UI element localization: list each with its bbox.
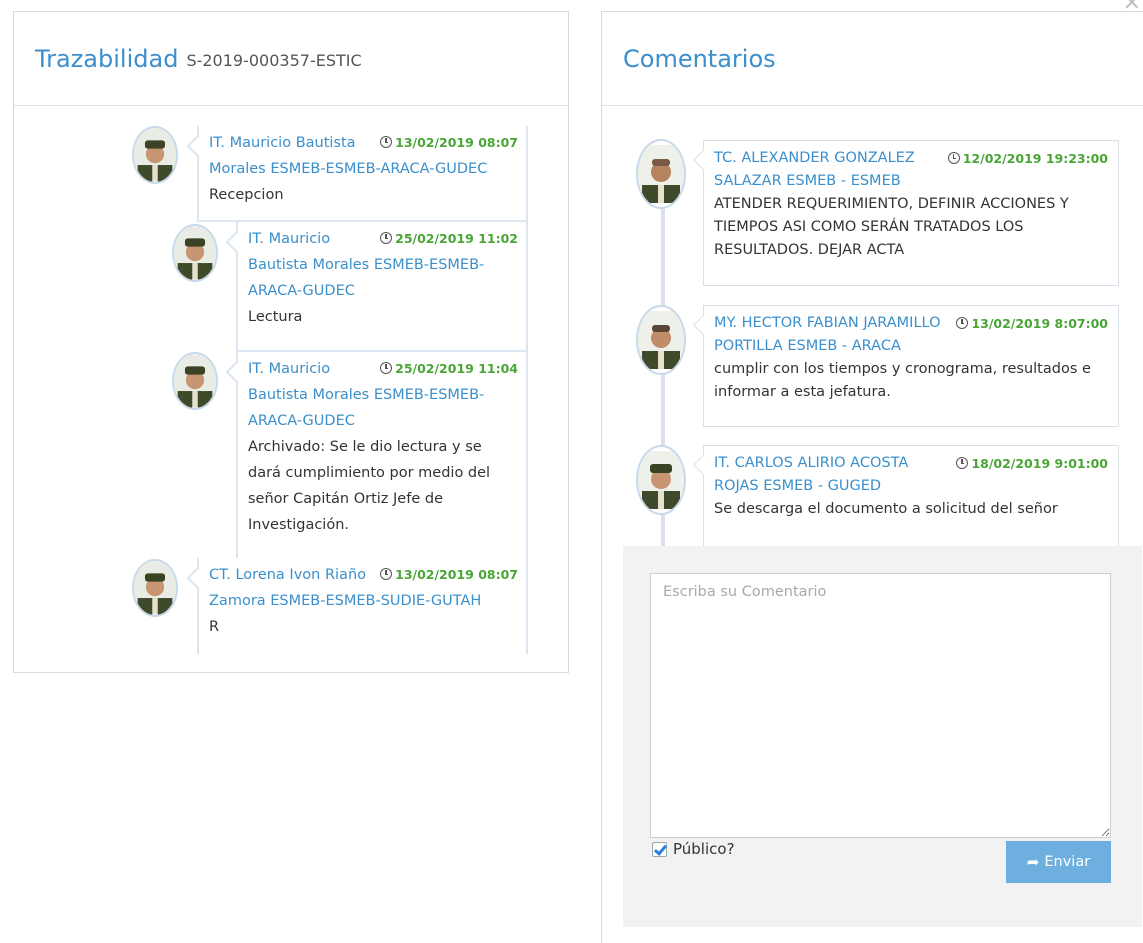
timeline-text: Recepcion <box>209 187 284 203</box>
clock-icon <box>380 568 393 580</box>
comment-text: cumplir con los tiempos y cronograma, re… <box>714 361 1091 400</box>
timeline-card: 25/02/2019 11:02 IT. Mauricio Bautista M… <box>225 222 528 352</box>
clock-icon <box>380 362 393 374</box>
avatar <box>636 139 686 209</box>
clock-icon <box>947 152 960 164</box>
timeline-text: Lectura <box>248 309 303 325</box>
avatar <box>132 126 178 184</box>
traceability-list[interactable]: 13/02/2019 08:07 IT. Mauricio Bautista M… <box>14 106 568 654</box>
avatar <box>172 352 218 410</box>
timeline-card: 13/02/2019 08:07 IT. Mauricio Bautista M… <box>186 126 528 222</box>
comments-list[interactable]: 12/02/2019 19:23:00 TC. ALEXANDER GONZAL… <box>602 106 1143 546</box>
timeline-time: 25/02/2019 11:02 <box>380 226 518 252</box>
public-toggle[interactable]: Público? <box>652 840 735 858</box>
traceability-title: Trazabilidad <box>35 44 179 73</box>
comment-text: ATENDER REQUERIMIENTO, DEFINIR ACCIONES … <box>714 196 1069 258</box>
avatar <box>636 305 686 375</box>
send-button[interactable]: ➦ Enviar <box>1006 841 1111 883</box>
comment-card: 12/02/2019 19:23:00 TC. ALEXANDER GONZAL… <box>693 140 1119 286</box>
avatar <box>132 559 178 617</box>
traceability-header: Trazabilidad S-2019-000357-ESTIC <box>14 12 568 106</box>
timeline-time: 13/02/2019 08:07 <box>380 130 518 156</box>
clock-icon <box>380 232 393 244</box>
clock-icon <box>956 457 969 469</box>
comment-text: Se descarga el documento a solicitud del… <box>714 501 1058 517</box>
send-label: Enviar <box>1044 854 1091 870</box>
comment-time: 12/02/2019 19:23:00 <box>947 147 1108 170</box>
traceability-panel: Trazabilidad S-2019-000357-ESTIC 13/02/2… <box>13 11 569 673</box>
timeline-text: R <box>209 619 220 635</box>
timeline-card: 25/02/2019 11:04 IT. Mauricio Bautista M… <box>225 352 528 562</box>
timeline-card: 13/02/2019 08:07 CT. Lorena Ivon Riaño Z… <box>186 558 528 654</box>
avatar <box>636 445 686 515</box>
document-id: S-2019-000357-ESTIC <box>186 51 362 70</box>
comment-compose: Público? ➦ Enviar <box>623 546 1142 927</box>
clock-icon <box>956 317 969 329</box>
comments-header: Comentarios <box>602 12 1143 106</box>
comments-title: Comentarios <box>623 44 776 73</box>
comments-panel: Comentarios 12/02/2019 19:23:00 TC. ALEX… <box>601 11 1143 943</box>
clock-icon <box>380 136 393 148</box>
avatar <box>172 224 218 282</box>
timeline-text: Archivado: Se le dio lectura y se dará c… <box>248 439 491 533</box>
comment-time: 18/02/2019 9:01:00 <box>956 452 1108 475</box>
public-checkbox[interactable] <box>652 841 667 857</box>
comment-card: 18/02/2019 9:01:00 IT. CARLOS ALIRIO ACO… <box>693 445 1119 546</box>
comment-card: 13/02/2019 8:07:00 MY. HECTOR FABIAN JAR… <box>693 305 1119 427</box>
comment-input[interactable] <box>650 573 1111 838</box>
timeline-time: 25/02/2019 11:04 <box>380 356 518 382</box>
share-icon: ➦ <box>1026 853 1040 871</box>
comment-time: 13/02/2019 8:07:00 <box>956 312 1108 335</box>
public-label: Público? <box>673 840 735 858</box>
timeline-time: 13/02/2019 08:07 <box>380 562 518 588</box>
